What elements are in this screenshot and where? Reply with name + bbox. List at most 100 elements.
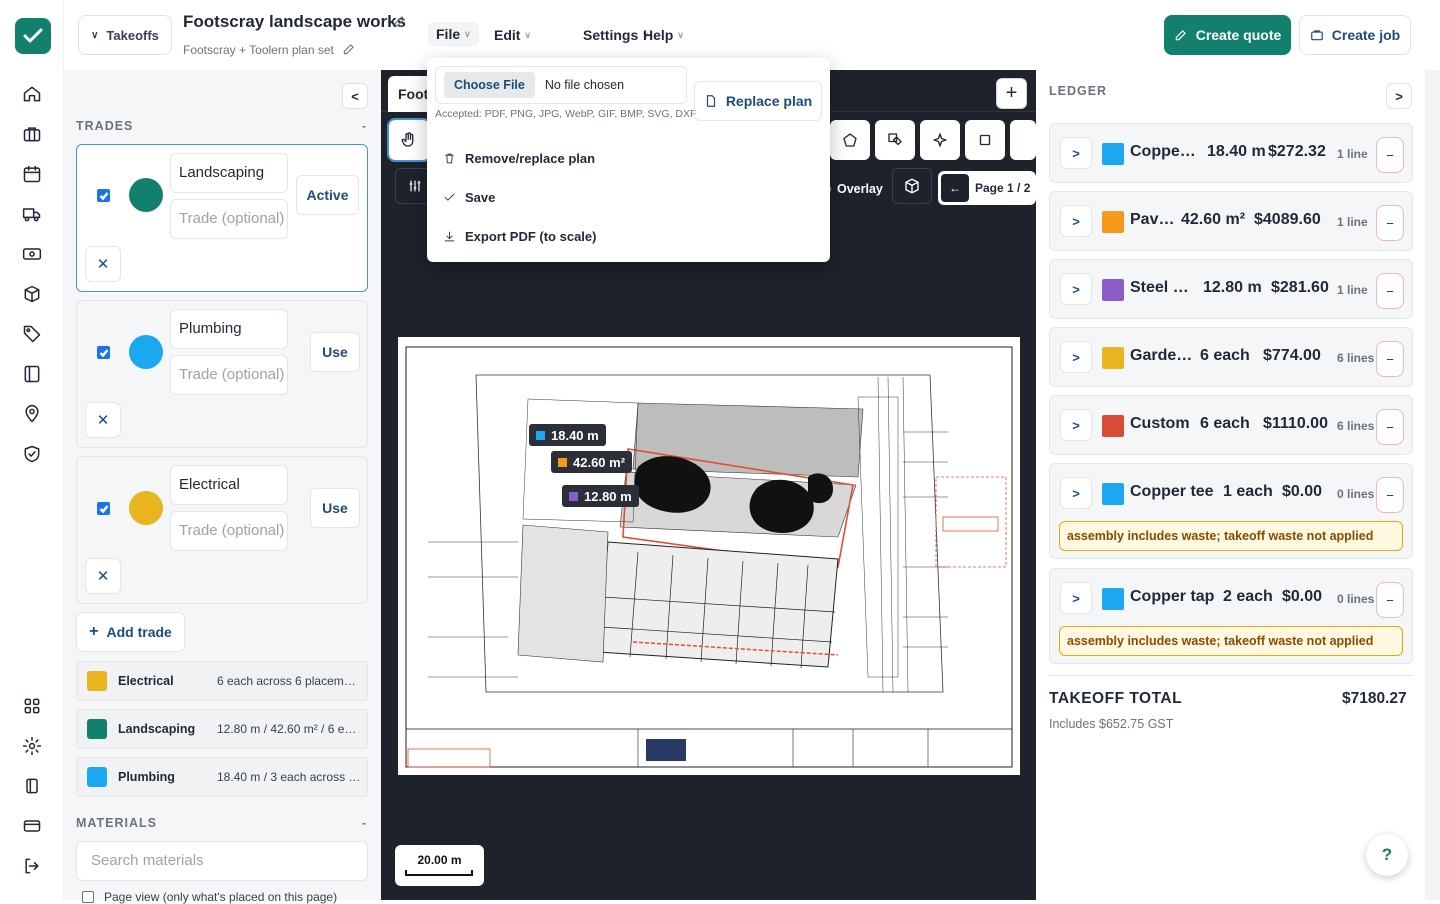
trade-summary-row[interactable]: Electrical 6 each across 6 placements	[76, 661, 368, 701]
edit-title-pencil-icon[interactable]	[393, 14, 407, 28]
menu-item-remove-replace-plan[interactable]: Remove/replace plan	[443, 151, 595, 166]
materials-collapse-toggle[interactable]: -	[362, 816, 366, 830]
expand-row-button[interactable]: >	[1060, 409, 1092, 441]
logout-icon[interactable]	[20, 854, 44, 878]
home-icon[interactable]	[20, 82, 44, 106]
site-plan-drawing[interactable]	[398, 337, 1020, 775]
remove-row-button[interactable]: −	[1376, 582, 1404, 618]
choose-file-button[interactable]: Choose File	[444, 72, 535, 98]
tag-icon[interactable]	[20, 322, 44, 346]
material-price: $281.60	[1271, 279, 1329, 296]
more-tools[interactable]	[1010, 120, 1036, 160]
replace-plan-button[interactable]: Replace plan	[694, 81, 822, 121]
trade-visible-checkbox[interactable]	[97, 502, 110, 515]
remove-row-button[interactable]: −	[1376, 273, 1404, 309]
create-job-button[interactable]: Create job	[1299, 15, 1411, 55]
trade-optional-input[interactable]: Trade (optional)	[170, 511, 288, 551]
menu-help[interactable]: Help ∨	[643, 27, 684, 43]
remove-row-button[interactable]: −	[1376, 341, 1404, 377]
materials-search-input[interactable]: Search materials	[76, 841, 368, 881]
remove-trade-button[interactable]: ✕	[85, 558, 121, 594]
measurement-label[interactable]: 18.40 m	[529, 424, 606, 446]
expand-row-button[interactable]: >	[1060, 582, 1092, 614]
sidebar-icon[interactable]	[20, 774, 44, 798]
trade-optional-input[interactable]: Trade (optional)	[170, 199, 288, 239]
expand-row-button[interactable]: >	[1060, 477, 1092, 509]
box-icon[interactable]	[20, 282, 44, 306]
page-view-checkbox[interactable]: Page view (only what's placed on this pa…	[82, 890, 337, 904]
download-icon	[444, 231, 455, 242]
trade-color-swatch[interactable]	[129, 491, 163, 525]
map-pin-icon[interactable]	[20, 402, 44, 426]
material-price: $774.00	[1263, 347, 1321, 364]
expand-row-button[interactable]: >	[1060, 137, 1092, 169]
scrollbar[interactable]	[1425, 70, 1440, 900]
trade-summary-row[interactable]: Plumbing 18.40 m / 3 each across 1 place…	[76, 757, 368, 797]
page-control[interactable]: ← Page 1 / 2	[938, 171, 1036, 205]
book-icon[interactable]	[20, 362, 44, 386]
create-quote-button[interactable]: Create quote	[1164, 15, 1291, 55]
trade-name-input[interactable]: Electrical	[170, 465, 288, 505]
material-quantity: 18.40 m	[1207, 143, 1266, 160]
card-icon[interactable]	[20, 814, 44, 838]
material-quantity: 12.80 m	[1203, 279, 1262, 296]
briefcase-icon[interactable]	[20, 122, 44, 146]
expand-row-button[interactable]: >	[1060, 341, 1092, 373]
menu-item-save[interactable]: Save	[443, 190, 495, 205]
trade-color-swatch[interactable]	[129, 178, 163, 212]
expand-row-button[interactable]: >	[1060, 273, 1092, 305]
remove-row-button[interactable]: −	[1376, 477, 1404, 513]
gear-icon[interactable]	[20, 734, 44, 758]
money-icon[interactable]	[20, 242, 44, 266]
remove-trade-button[interactable]: ✕	[85, 246, 121, 282]
shield-check-icon[interactable]	[20, 442, 44, 466]
menu-item-export-pdf[interactable]: Export PDF (to scale)	[443, 229, 596, 244]
remove-row-button[interactable]: −	[1376, 409, 1404, 445]
expand-row-button[interactable]: >	[1060, 205, 1092, 237]
menu-settings[interactable]: Settings ∨	[583, 27, 649, 43]
pan-hand-tool[interactable]	[387, 118, 431, 162]
trade-summary-row[interactable]: Landscaping 12.80 m / 42.60 m² / 6 each	[76, 709, 368, 749]
trade-name-input[interactable]: Plumbing	[170, 309, 288, 349]
polygon-tool[interactable]	[830, 120, 870, 160]
rectangle-tool[interactable]	[965, 120, 1005, 160]
trade-color-swatch[interactable]	[129, 335, 163, 369]
add-trade-button[interactable]: + Add trade	[76, 612, 185, 652]
trades-collapse-toggle[interactable]: -	[362, 119, 366, 133]
trade-use-button[interactable]: Use	[310, 332, 360, 372]
add-tab-button[interactable]: +	[996, 78, 1027, 109]
trade-use-button[interactable]: Use	[310, 488, 360, 528]
3d-view-button[interactable]	[892, 168, 932, 204]
trade-visible-checkbox[interactable]	[97, 346, 110, 359]
ledger-row: > Copper pipe 18.40 m $272.32 1 line −	[1049, 123, 1413, 183]
remove-row-button[interactable]: −	[1376, 137, 1404, 173]
menu-file[interactable]: File ∨	[428, 22, 479, 46]
grid-icon[interactable]	[20, 694, 44, 718]
ledger-row: > Steel edging 12.80 m $281.60 1 line −	[1049, 259, 1413, 319]
trade-visible-checkbox[interactable]	[97, 189, 110, 202]
trade-active-button[interactable]: Active	[296, 175, 359, 215]
collapse-ledger-button[interactable]: >	[1386, 83, 1412, 109]
material-color-swatch	[1102, 483, 1124, 505]
edit-plan-set-pencil-icon[interactable]	[342, 42, 356, 56]
help-button[interactable]: ?	[1366, 834, 1408, 876]
app-logo[interactable]	[15, 18, 51, 54]
remove-trade-button[interactable]: ✕	[85, 402, 121, 438]
magic-tool[interactable]	[920, 120, 960, 160]
truck-icon[interactable]	[20, 202, 44, 226]
measurement-label[interactable]: 42.60 m²	[551, 451, 633, 473]
area-erase-tool[interactable]	[875, 120, 915, 160]
calendar-icon[interactable]	[20, 162, 44, 186]
remove-row-button[interactable]: −	[1376, 205, 1404, 241]
checkbox-box[interactable]	[82, 891, 94, 903]
trade-name-input[interactable]: Landscaping	[170, 153, 288, 193]
plan-file-input[interactable]: Choose File No file chosen	[435, 66, 687, 104]
collapse-left-panel-button[interactable]: <	[342, 83, 368, 109]
prev-page-arrow-icon[interactable]: ←	[941, 174, 969, 202]
menu-edit[interactable]: Edit ∨	[494, 27, 531, 43]
measurement-color-swatch	[536, 430, 545, 440]
overlay-toggle[interactable]: Overlay	[821, 171, 891, 207]
trade-optional-input[interactable]: Trade (optional)	[170, 355, 288, 395]
takeoffs-back-button[interactable]: ∨ Takeoffs	[78, 15, 172, 55]
measurement-label[interactable]: 12.80 m	[562, 485, 639, 507]
